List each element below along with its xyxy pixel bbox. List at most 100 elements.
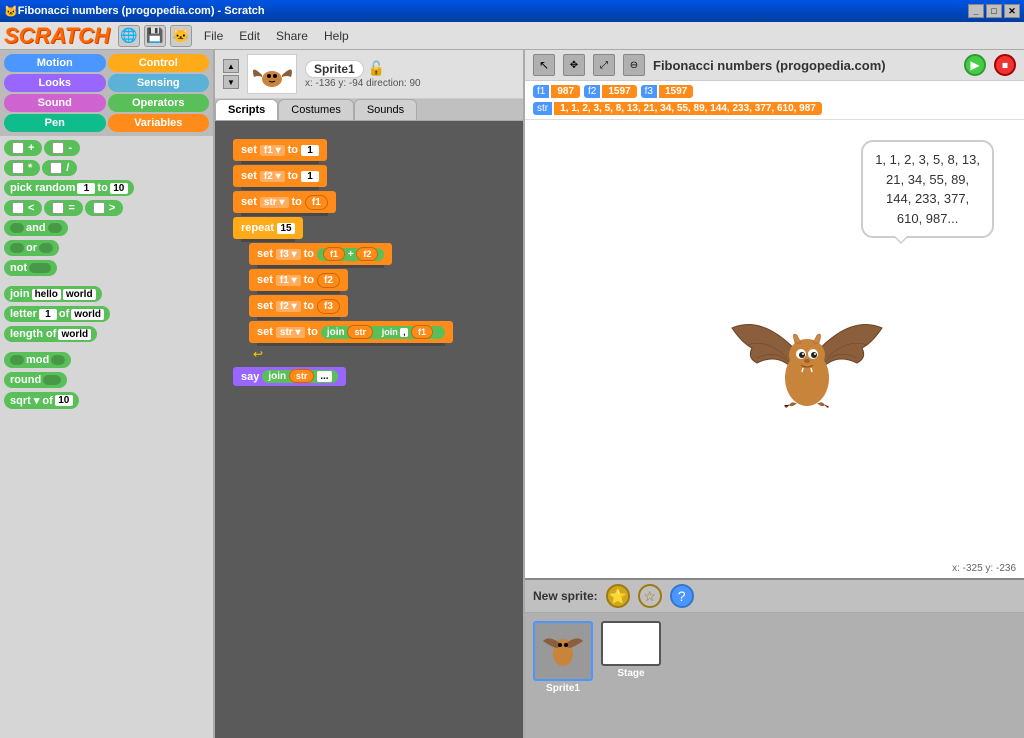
block-divide[interactable]: /	[42, 160, 77, 176]
block-set-str-2[interactable]: set str ▾ to join str join , f1	[249, 321, 453, 343]
block-set-f1[interactable]: set f1 ▾ to 1	[233, 139, 327, 161]
stage-thumbnail[interactable]	[601, 621, 661, 666]
var-f1-value: 987	[551, 85, 580, 98]
sprite-nav-up[interactable]: ▲	[223, 59, 239, 73]
var-f2-value: 1597	[602, 85, 636, 98]
category-sensing[interactable]: Sensing	[108, 74, 210, 92]
block-random[interactable]: pick random 1 to 10	[4, 180, 134, 196]
titlebar-icon: 🐱	[4, 5, 18, 18]
category-pen[interactable]: Pen	[4, 114, 106, 132]
sprite-lock-icon[interactable]: 🔓	[368, 60, 385, 77]
var-monitor-str: str 1, 1, 2, 3, 5, 8, 13, 21, 34, 55, 89…	[533, 102, 1016, 115]
sprite1-label: Sprite1	[546, 683, 580, 694]
scripts-canvas[interactable]: set f1 ▾ to 1 set f2 ▾ to 1 set str ▾ to…	[215, 121, 523, 738]
script-line-1: set f1 ▾ to 1	[233, 139, 505, 163]
category-sound[interactable]: Sound	[4, 94, 106, 112]
stage-area[interactable]: 1, 1, 2, 3, 5, 8, 13,21, 34, 55, 89,144,…	[525, 120, 1024, 578]
sprite-item-stage[interactable]: Stage	[601, 621, 661, 730]
tab-costumes[interactable]: Costumes	[278, 99, 354, 120]
titlebar: 🐱 Fibonacci numbers (progopedia.com) - S…	[0, 0, 1024, 22]
titlebar-controls: _ □ ✕	[968, 4, 1020, 18]
globe-icon[interactable]: 🌐	[118, 25, 140, 47]
menu-edit[interactable]: Edit	[231, 27, 268, 45]
script-line-3: set str ▾ to f1	[233, 191, 505, 215]
titlebar-title: Fibonacci numbers (progopedia.com) - Scr…	[18, 5, 265, 17]
green-flag-button[interactable]: ▶	[964, 54, 986, 76]
var-str-label: str	[533, 102, 552, 115]
sprite-name[interactable]: Sprite1	[305, 60, 364, 78]
script-line-7: set str ▾ to join str join , f1	[249, 321, 505, 345]
new-sprite-label: New sprite:	[533, 589, 598, 603]
block-set-f1-2[interactable]: set f1 ▾ to f2	[249, 269, 348, 291]
or-row: or	[4, 240, 209, 256]
block-set-f3[interactable]: set f3 ▾ to f1 + f2	[249, 243, 392, 265]
random-row: pick random 1 to 10	[4, 180, 209, 196]
block-plus[interactable]: +	[4, 140, 42, 156]
and-row: and	[4, 220, 209, 236]
block-lt[interactable]: <	[4, 200, 42, 216]
minimize-button[interactable]: _	[968, 4, 984, 18]
block-round[interactable]: round	[4, 372, 67, 388]
right-panel: ↖ ✥ ⤢ ⊖ Fibonacci numbers (progopedia.co…	[525, 50, 1024, 738]
var-f3-label: f3	[641, 85, 657, 98]
block-letter[interactable]: letter 1 of world	[4, 306, 110, 322]
block-minus[interactable]: -	[44, 140, 80, 156]
mod-row: mod	[4, 352, 209, 368]
menubar: SCRATCH 🌐 💾 🐱 File Edit Share Help	[0, 22, 1024, 50]
tab-scripts[interactable]: Scripts	[215, 99, 278, 120]
length-row: length of world	[4, 326, 209, 342]
menu-file[interactable]: File	[196, 27, 231, 45]
sprite1-thumbnail[interactable]	[533, 621, 593, 681]
left-panel: Motion Control Looks Sensing Sound Opera…	[0, 50, 215, 738]
maximize-button[interactable]: □	[986, 4, 1002, 18]
sprite-item-sprite1[interactable]: Sprite1	[533, 621, 593, 730]
sprites-toolbar: New sprite: ⭐ ☆ ?	[525, 580, 1024, 613]
block-join[interactable]: join hello world	[4, 286, 102, 302]
scratch-logo[interactable]: SCRATCH	[4, 23, 110, 49]
block-not[interactable]: not	[4, 260, 57, 276]
tab-sounds[interactable]: Sounds	[354, 99, 417, 120]
block-sqrt[interactable]: sqrt ▾ of 10	[4, 392, 79, 409]
stage-tool-expand[interactable]: ⤢	[593, 54, 615, 76]
block-repeat[interactable]: repeat 15	[233, 217, 303, 239]
sprites-list: Sprite1 Stage	[525, 613, 1024, 738]
stage-tool-move[interactable]: ✥	[563, 54, 585, 76]
script-tabs: Scripts Costumes Sounds	[215, 99, 523, 121]
category-looks[interactable]: Looks	[4, 74, 106, 92]
block-gt[interactable]: >	[85, 200, 123, 216]
menu-help[interactable]: Help	[316, 27, 357, 45]
save-icon[interactable]: 💾	[144, 25, 166, 47]
sprite-nav-down[interactable]: ▼	[223, 75, 239, 89]
cat-icon[interactable]: 🐱	[170, 25, 192, 47]
new-sprite-question[interactable]: ?	[670, 584, 694, 608]
category-operators[interactable]: Operators	[108, 94, 210, 112]
block-eq[interactable]: =	[44, 200, 82, 216]
block-set-str[interactable]: set str ▾ to f1	[233, 191, 336, 213]
block-say[interactable]: say join str ...	[233, 367, 346, 386]
stage-tool-pointer[interactable]: ↖	[533, 54, 555, 76]
block-and[interactable]: and	[4, 220, 68, 236]
sprite-nav: ▲ ▼	[223, 59, 239, 89]
category-motion[interactable]: Motion	[4, 54, 106, 72]
var-str-value: 1, 1, 2, 3, 5, 8, 13, 21, 34, 55, 89, 14…	[554, 102, 822, 115]
block-mod[interactable]: mod	[4, 352, 71, 368]
not-row: not	[4, 260, 209, 276]
block-or[interactable]: or	[4, 240, 59, 256]
block-set-f2[interactable]: set f2 ▾ to 1	[233, 165, 327, 187]
join-row: join hello world	[4, 286, 209, 302]
block-set-f2-2[interactable]: set f2 ▾ to f3	[249, 295, 348, 317]
category-control[interactable]: Control	[108, 54, 210, 72]
menu-share[interactable]: Share	[268, 27, 316, 45]
block-multiply[interactable]: *	[4, 160, 40, 176]
var-f2-label: f2	[584, 85, 600, 98]
new-sprite-star[interactable]: ⭐	[606, 584, 630, 608]
category-variables[interactable]: Variables	[108, 114, 210, 132]
close-button[interactable]: ✕	[1004, 4, 1020, 18]
bat-sprite[interactable]	[727, 293, 887, 433]
blocks-area: + - * / pick random 1 to 10 < = >	[0, 136, 213, 738]
block-length[interactable]: length of world	[4, 326, 97, 342]
arithmetic-row2: * /	[4, 160, 209, 176]
stop-button[interactable]: ⏹	[994, 54, 1016, 76]
new-sprite-star-outline[interactable]: ☆	[638, 584, 662, 608]
stage-tool-shrink[interactable]: ⊖	[623, 54, 645, 76]
